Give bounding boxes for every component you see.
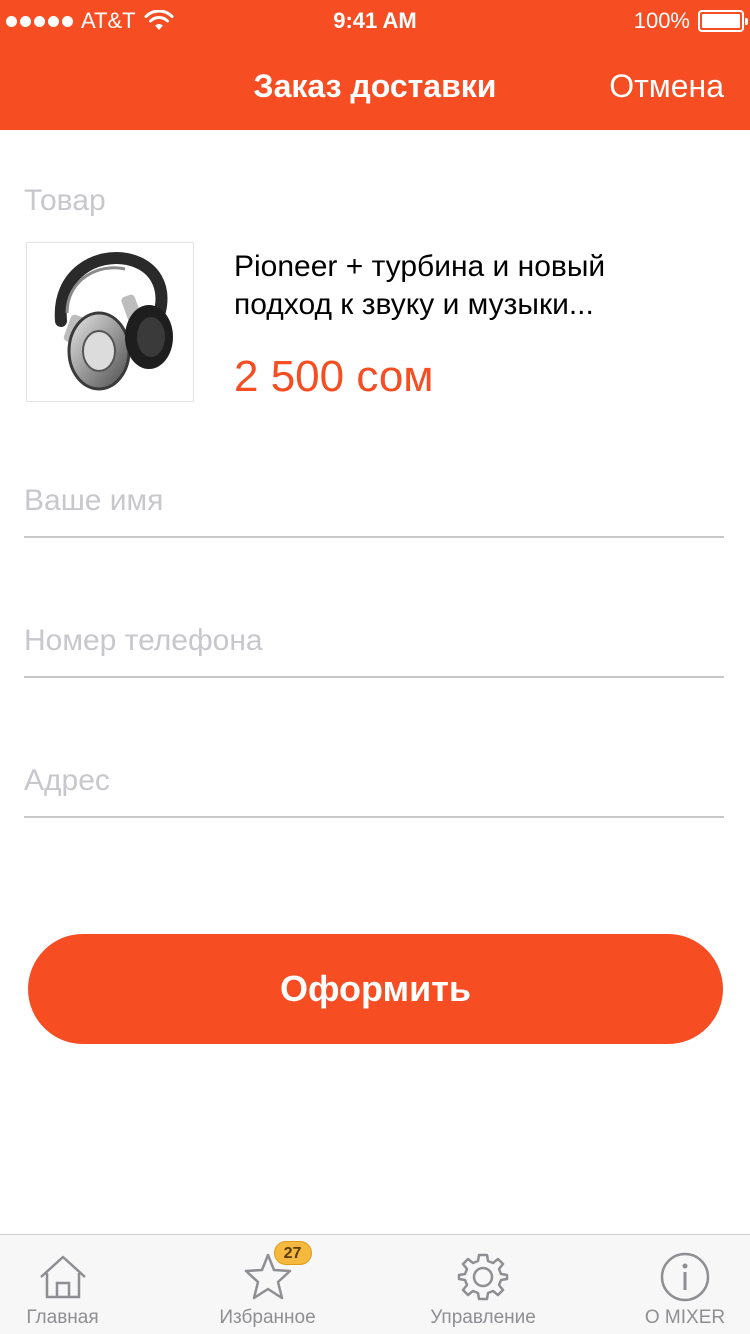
tab-favorites[interactable]: 27 Избранное (205, 1235, 330, 1334)
product-section-label: Товар (24, 184, 106, 217)
star-icon: 27 (240, 1241, 312, 1305)
phone-field (24, 598, 724, 678)
name-field (24, 458, 724, 538)
header-bar: AT&T 9:41 AM 100% Заказ доставки Отмена (0, 0, 750, 130)
tab-about-label: О MIXER (644, 1307, 726, 1328)
submit-order-button[interactable]: Оформить (28, 934, 723, 1044)
tab-settings-label: Управление (430, 1307, 536, 1328)
status-right: 100% (633, 8, 748, 34)
gear-icon (455, 1249, 511, 1305)
product-title: Pioneer + турбина и новый подход к звуку… (234, 250, 606, 321)
info-icon (657, 1249, 713, 1305)
home-icon (35, 1249, 91, 1305)
tab-home[interactable]: Главная (10, 1235, 115, 1334)
battery-icon (698, 10, 748, 32)
tab-home-label: Главная (26, 1307, 99, 1328)
tab-about[interactable]: О MIXER (630, 1235, 740, 1334)
favorites-badge: 27 (273, 1241, 312, 1265)
phone-input[interactable] (24, 624, 724, 658)
battery-percent: 100% (633, 8, 690, 33)
headphones-image (54, 252, 173, 391)
tab-settings[interactable]: Управление (418, 1235, 548, 1334)
tab-favorites-label: Избранное (219, 1307, 316, 1328)
address-input[interactable] (24, 764, 724, 798)
cancel-button[interactable]: Отмена (609, 68, 724, 105)
product-price: 2 500 сом (234, 352, 434, 401)
tab-bar: Главная 27 Избранное Управление О MIXER (0, 1234, 750, 1334)
status-bar: AT&T 9:41 AM 100% (0, 0, 750, 40)
name-input[interactable] (24, 484, 724, 518)
address-field (24, 738, 724, 818)
product-image[interactable] (26, 242, 194, 402)
